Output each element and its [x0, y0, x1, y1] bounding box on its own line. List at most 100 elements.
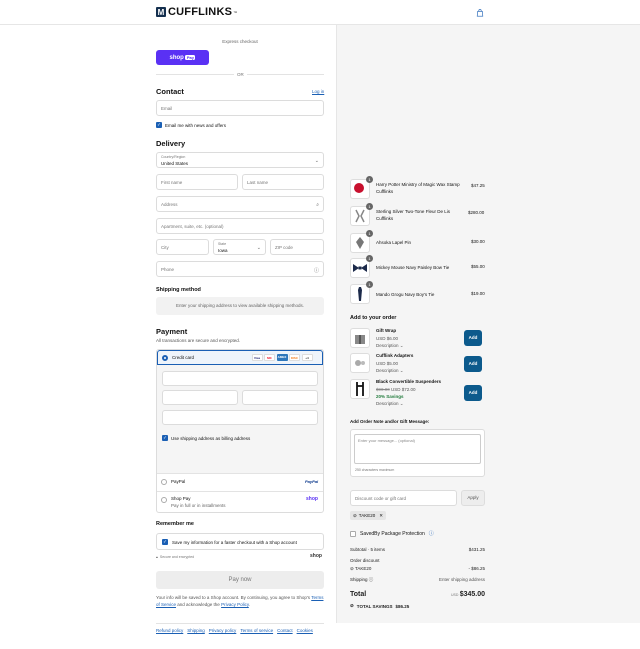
card-number-field[interactable]	[162, 371, 318, 386]
shipping-method-heading: Shipping method	[156, 287, 201, 293]
footer-divider	[156, 623, 324, 624]
credit-card-radio[interactable]	[162, 355, 168, 361]
apply-discount-button[interactable]: Apply	[461, 490, 485, 506]
discount-code-field[interactable]: Discount code or gift card	[350, 490, 457, 506]
email-field[interactable]: Email	[156, 100, 324, 116]
email-placeholder: Email	[161, 106, 173, 111]
chevron-down-icon: ⌄	[256, 245, 261, 251]
or-divider-text: OR	[234, 72, 247, 77]
remember-me-row[interactable]: ✓ Save my information for a faster check…	[162, 539, 297, 545]
upsell-description-toggle[interactable]: Description ⌄	[376, 368, 404, 374]
upsell-description-toggle[interactable]: Description ⌄	[376, 343, 404, 349]
checkout-form: Express checkout shop Pay OR Contact Log…	[0, 25, 336, 649]
help-icon[interactable]: ⓘ	[314, 267, 319, 274]
shipping-link[interactable]: Shipping	[187, 628, 205, 633]
shopping-bag-icon[interactable]	[476, 9, 484, 17]
apartment-placeholder: Apartment, suite, etc. (optional)	[161, 224, 224, 229]
upsell-price: USD $72.00	[391, 387, 416, 392]
expiration-field[interactable]	[162, 390, 238, 405]
state-select[interactable]: State Iowa ⌄	[213, 239, 266, 255]
total-row: Total USD $345.00	[350, 591, 485, 598]
city-field[interactable]: City	[156, 239, 209, 255]
apartment-field[interactable]: Apartment, suite, etc. (optional)	[156, 218, 324, 234]
remember-me-heading: Remember me	[156, 521, 194, 527]
credit-card-option[interactable]: Credit card Visa MC AMEX DISC +4	[157, 350, 323, 365]
store-logo[interactable]: M CUFFLINKS ™	[156, 6, 237, 18]
discount-placeholder: Discount code or gift card	[355, 496, 407, 501]
package-protection-checkbox[interactable]	[350, 530, 356, 537]
discount-tag-code: TAKE20	[358, 513, 376, 518]
upsell-name: Cufflink Adapters	[376, 353, 414, 358]
paypal-label: PayPal	[171, 479, 186, 484]
shop-pay-radio[interactable]	[161, 497, 167, 503]
upsell-description-toggle[interactable]: Description ⌄	[376, 401, 404, 407]
login-link[interactable]: Log in	[312, 89, 324, 94]
security-code-field[interactable]	[242, 390, 318, 405]
order-note-container: Enter your message... (optional) 250 cha…	[350, 429, 485, 477]
discount-tag: ⊘ TAKE20 ✕	[350, 511, 386, 520]
payment-methods: Credit card Visa MC AMEX DISC +4 ✓ Use s…	[156, 349, 324, 513]
order-note-heading: Add Order Note and/or Gift Message:	[350, 419, 430, 424]
shop-pay-label: Shop Pay	[171, 496, 191, 501]
item-price: $47.25	[471, 183, 485, 188]
remove-discount-icon[interactable]: ✕	[379, 513, 383, 519]
description-label: Description	[376, 401, 399, 406]
product-thumbnail: 1	[350, 230, 373, 253]
shop-pay-sublabel: Pay in full or in installments	[171, 503, 226, 508]
credit-card-form: ✓ Use shipping address as billing addres…	[157, 365, 323, 473]
info-icon[interactable]: ⓘ	[429, 530, 434, 537]
country-select[interactable]: Country/Region United States ⌄	[156, 152, 324, 168]
header: M CUFFLINKS ™	[0, 0, 640, 25]
pay-now-button[interactable]: Pay now	[156, 571, 324, 589]
wax-stamp-image	[354, 183, 364, 193]
legal-text-1: Your info will be saved to a Shop accoun…	[156, 595, 311, 600]
package-protection-row[interactable]: SavedBy Package Protection ⓘ	[350, 530, 434, 537]
upsell-name: Gift Wrap	[376, 328, 397, 333]
shop-pay-badge: Pay	[185, 55, 196, 60]
shop-pay-button[interactable]: shop Pay	[156, 50, 209, 65]
privacy-link[interactable]: Privacy Policy	[221, 602, 249, 607]
privacy-policy-link[interactable]: Privacy policy	[209, 628, 237, 633]
quantity-badge: 1	[366, 203, 373, 210]
cufflink-image	[355, 209, 365, 223]
billing-same-checkbox[interactable]: ✓	[162, 435, 168, 441]
character-limit: 250 characters maximum	[355, 468, 395, 472]
tag-icon: ⊘	[350, 566, 354, 571]
address-field[interactable]: Address ⌕	[156, 196, 324, 212]
billing-same-row[interactable]: ✓ Use shipping address as billing addres…	[162, 435, 250, 441]
order-discount-label: Order discount	[350, 558, 380, 563]
last-name-field[interactable]: Last name	[242, 174, 324, 190]
subtotal-label: Subtotal · 5 items	[350, 547, 386, 552]
contact-link[interactable]: Contact	[277, 628, 293, 633]
express-checkout-label: Express checkout	[222, 39, 258, 44]
remember-me-checkbox[interactable]: ✓	[162, 539, 168, 545]
first-name-field[interactable]: First name	[156, 174, 238, 190]
phone-field[interactable]: Phone ⓘ	[156, 261, 324, 277]
add-suspenders-button[interactable]: Add	[464, 385, 482, 401]
order-note-textarea[interactable]: Enter your message... (optional)	[354, 434, 481, 464]
zip-placeholder: ZIP code	[275, 245, 293, 250]
news-checkbox-row[interactable]: ✓ Email me with news and offers	[156, 122, 226, 128]
cookies-link[interactable]: Cookies	[297, 628, 313, 633]
suspenders-image	[350, 379, 370, 399]
item-price: $30.00	[471, 239, 485, 244]
item-name: Harry Potter Ministry of Magic Wax Stamp…	[376, 182, 460, 194]
shop-pay-option[interactable]: Shop Pay Pay in full or in installments …	[157, 491, 323, 513]
add-adapters-button[interactable]: Add	[464, 356, 482, 372]
remember-me-box[interactable]: ✓ Save my information for a faster check…	[156, 533, 324, 550]
help-icon[interactable]: ⓘ	[369, 577, 374, 582]
news-checkbox[interactable]: ✓	[156, 122, 162, 128]
terms-of-service-link[interactable]: Terms of service	[240, 628, 273, 633]
name-on-card-field[interactable]	[162, 410, 318, 425]
savings-label: 20% Savings	[376, 394, 404, 399]
paypal-radio[interactable]	[161, 479, 167, 485]
zip-field[interactable]: ZIP code	[270, 239, 324, 255]
lock-icon: 🔒︎	[156, 555, 158, 559]
upsell-price: USD $6.00	[376, 336, 399, 341]
add-gift-wrap-button[interactable]: Add	[464, 330, 482, 346]
more-cards-badge: +4	[301, 354, 313, 361]
refund-policy-link[interactable]: Refund policy	[156, 628, 183, 633]
paypal-option[interactable]: PayPal PayPal	[157, 473, 323, 491]
subtotal-row: Subtotal · 5 items $431.25	[350, 547, 485, 552]
discover-icon: DISC	[289, 354, 300, 361]
